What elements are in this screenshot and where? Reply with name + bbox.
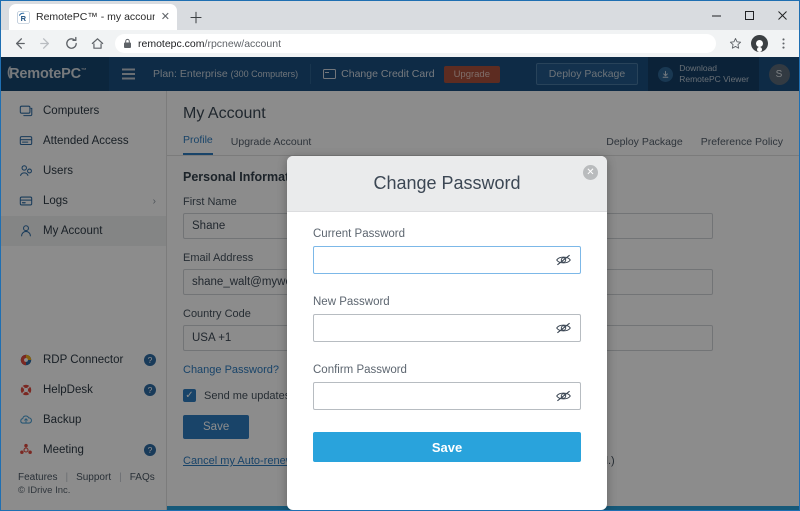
svg-text:R: R — [21, 14, 27, 23]
confirm-password-input[interactable] — [313, 382, 581, 410]
eye-slash-icon[interactable] — [555, 389, 572, 403]
modal-body: Current Password New Password Confirm Pa… — [287, 212, 607, 462]
browser-toolbar: remotepc.com/rpcnew/account — [1, 30, 799, 57]
new-tab-button[interactable]: ＋ — [185, 6, 207, 28]
back-button[interactable] — [6, 31, 32, 57]
maximize-button[interactable] — [733, 1, 766, 30]
close-icon[interactable]: ✕ — [583, 165, 598, 180]
modal-save-button[interactable]: Save — [313, 432, 581, 462]
url-path: /rpcnew/account — [204, 37, 281, 50]
address-bar[interactable]: remotepc.com/rpcnew/account — [115, 34, 716, 53]
modal-title: Change Password — [373, 173, 521, 193]
close-window-button[interactable] — [766, 1, 799, 30]
eye-slash-icon[interactable] — [555, 321, 572, 335]
browser-titlebar: R RemotePC™ - my account inform ✕ ＋ — [1, 1, 799, 30]
address-bar-url: remotepc.com/rpcnew/account — [138, 38, 281, 50]
minimize-button[interactable] — [700, 1, 733, 30]
modal-header: Change Password ✕ — [287, 156, 607, 212]
lock-icon — [123, 38, 132, 49]
current-password-input[interactable] — [313, 246, 581, 274]
tab-strip: R RemotePC™ - my account inform ✕ ＋ — [1, 1, 207, 30]
new-password-input[interactable] — [313, 314, 581, 342]
current-password-label: Current Password — [313, 228, 406, 240]
url-domain: remotepc.com — [138, 37, 205, 50]
tab-favicon-icon: R — [17, 10, 30, 24]
page-viewport: (RemotePC™ Plan: Enterprise (300 Compute… — [1, 57, 799, 510]
browser-window: R RemotePC™ - my account inform ✕ ＋ — [0, 0, 800, 511]
forward-button[interactable] — [32, 31, 58, 57]
eye-slash-icon[interactable] — [555, 253, 572, 267]
new-password-label: New Password — [313, 296, 390, 308]
change-password-modal: Change Password ✕ Current Password New P… — [287, 156, 607, 510]
window-controls — [700, 1, 799, 30]
tab-close-icon[interactable]: ✕ — [161, 11, 170, 23]
chrome-menu-icon[interactable] — [771, 32, 795, 56]
tab-title: RemotePC™ - my account inform — [36, 11, 155, 23]
bookmark-star-icon[interactable] — [723, 32, 747, 56]
reload-button[interactable] — [58, 31, 84, 57]
profile-avatar-icon[interactable] — [747, 32, 771, 56]
browser-tab[interactable]: R RemotePC™ - my account inform ✕ — [9, 4, 177, 30]
confirm-password-label: Confirm Password — [313, 364, 407, 376]
home-button[interactable] — [84, 31, 110, 57]
toolbar-right-icons — [723, 32, 795, 56]
